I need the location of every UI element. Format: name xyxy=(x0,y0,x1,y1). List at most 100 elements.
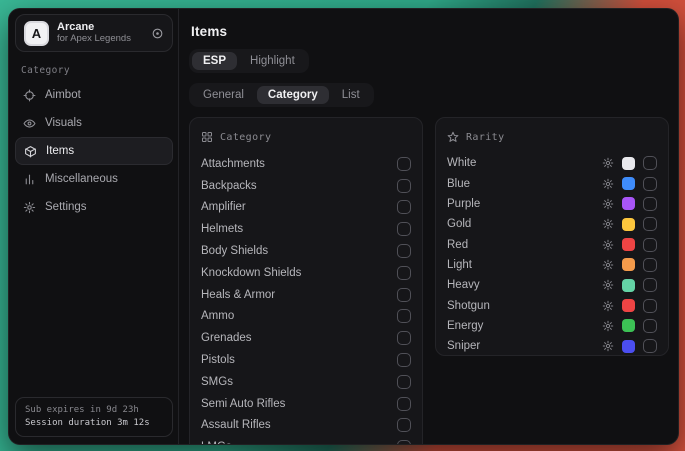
category-checkbox[interactable] xyxy=(397,440,411,445)
rarity-row: Blue xyxy=(447,173,657,193)
category-checkbox[interactable] xyxy=(397,222,411,236)
category-checkbox[interactable] xyxy=(397,266,411,280)
rarity-row-label: Gold xyxy=(447,218,471,230)
tab-general[interactable]: General xyxy=(192,86,255,104)
category-checkbox[interactable] xyxy=(397,397,411,411)
rarity-checkbox[interactable] xyxy=(643,238,657,252)
category-checkbox[interactable] xyxy=(397,375,411,389)
category-row-label: Heals & Armor xyxy=(201,289,275,301)
category-checkbox[interactable] xyxy=(397,309,411,323)
sidebar-item-visuals[interactable]: Visuals xyxy=(15,109,173,137)
category-checkbox[interactable] xyxy=(397,157,411,171)
category-row-label: Grenades xyxy=(201,332,252,344)
rarity-row-label: White xyxy=(447,157,476,169)
rarity-settings-icon[interactable] xyxy=(602,300,614,312)
rarity-checkbox[interactable] xyxy=(643,278,657,292)
rarity-checkbox[interactable] xyxy=(643,258,657,272)
category-row-label: Pistols xyxy=(201,354,235,366)
category-row: Assault Rifles xyxy=(201,415,411,437)
tab-esp[interactable]: ESP xyxy=(192,52,237,70)
rarity-row-label: Sniper xyxy=(447,340,480,352)
rarity-row: White xyxy=(447,153,657,173)
tab-highlight[interactable]: Highlight xyxy=(239,52,306,70)
brand-subtitle: for Apex Legends xyxy=(57,34,143,45)
rarity-row: Shotgun xyxy=(447,295,657,315)
category-row-label: SMGs xyxy=(201,376,233,388)
rarity-settings-icon[interactable] xyxy=(602,198,614,210)
rarity-settings-icon[interactable] xyxy=(602,340,614,352)
rarity-row: Energy xyxy=(447,316,657,336)
rarity-row-label: Purple xyxy=(447,198,480,210)
category-checkbox[interactable] xyxy=(397,179,411,193)
rarity-settings-icon[interactable] xyxy=(602,218,614,230)
brand-settings-icon[interactable] xyxy=(151,27,164,40)
rarity-row: Purple xyxy=(447,194,657,214)
rarity-checkbox[interactable] xyxy=(643,299,657,313)
category-checkbox[interactable] xyxy=(397,331,411,345)
rarity-color-swatch[interactable] xyxy=(622,238,635,251)
category-row-label: Knockdown Shields xyxy=(201,267,301,279)
rarity-list: White xyxy=(447,153,657,356)
rarity-color-swatch[interactable] xyxy=(622,279,635,292)
rarity-panel: Rarity White xyxy=(435,117,669,356)
category-row-label: Amplifier xyxy=(201,201,246,213)
category-row: Semi Auto Rifles xyxy=(201,393,411,415)
sidebar-item-items[interactable]: Items xyxy=(15,137,173,165)
rarity-panel-title: Rarity xyxy=(466,132,505,143)
tab-category[interactable]: Category xyxy=(257,86,329,104)
category-checkbox[interactable] xyxy=(397,288,411,302)
gear-icon xyxy=(23,201,36,214)
tab-list[interactable]: List xyxy=(331,86,371,104)
rarity-checkbox[interactable] xyxy=(643,339,657,353)
category-panel-title: Category xyxy=(220,132,271,143)
rarity-color-swatch[interactable] xyxy=(622,319,635,332)
rarity-color-swatch[interactable] xyxy=(622,258,635,271)
rarity-settings-icon[interactable] xyxy=(602,320,614,332)
rarity-color-swatch[interactable] xyxy=(622,340,635,353)
sidebar-item-label: Items xyxy=(46,145,74,157)
category-row: LMGs xyxy=(201,436,411,445)
rarity-checkbox[interactable] xyxy=(643,319,657,333)
category-row-label: Ammo xyxy=(201,310,234,322)
rarity-settings-icon[interactable] xyxy=(602,157,614,169)
category-checkbox[interactable] xyxy=(397,244,411,258)
rarity-checkbox[interactable] xyxy=(643,217,657,231)
subscription-info: Sub expires in 9d 23h Session duration 3… xyxy=(15,397,173,437)
rarity-settings-icon[interactable] xyxy=(602,178,614,190)
rarity-row-label: Heavy xyxy=(447,279,480,291)
category-checkbox[interactable] xyxy=(397,200,411,214)
mode-tabbar: ESP Highlight xyxy=(189,49,309,73)
rarity-checkbox[interactable] xyxy=(643,156,657,170)
rarity-row: Red xyxy=(447,234,657,254)
rarity-settings-icon[interactable] xyxy=(602,239,614,251)
rarity-color-swatch[interactable] xyxy=(622,157,635,170)
category-row: SMGs xyxy=(201,371,411,393)
sidebar-item-aimbot[interactable]: Aimbot xyxy=(15,81,173,109)
category-row: Ammo xyxy=(201,306,411,328)
sub-expires-text: Sub expires in 9d 23h xyxy=(25,404,163,417)
category-row: Helmets xyxy=(201,218,411,240)
category-row: Knockdown Shields xyxy=(201,262,411,284)
category-row-label: LMGs xyxy=(201,441,232,445)
category-checkbox[interactable] xyxy=(397,353,411,367)
rarity-settings-icon[interactable] xyxy=(602,279,614,291)
rarity-checkbox[interactable] xyxy=(643,197,657,211)
rarity-row: Heavy xyxy=(447,275,657,295)
category-checkbox[interactable] xyxy=(397,418,411,432)
category-row: Grenades xyxy=(201,327,411,349)
brand-card: A Arcane for Apex Legends xyxy=(15,14,173,52)
rarity-row-label: Energy xyxy=(447,320,483,332)
category-row: Backpacks xyxy=(201,175,411,197)
main-content: Items ESP Highlight General Category Lis… xyxy=(179,9,678,444)
sidebar-item-miscellaneous[interactable]: Miscellaneous xyxy=(15,165,173,193)
category-row: Heals & Armor xyxy=(201,284,411,306)
rarity-checkbox[interactable] xyxy=(643,177,657,191)
rarity-row-label: Red xyxy=(447,239,468,251)
rarity-color-swatch[interactable] xyxy=(622,177,635,190)
rarity-settings-icon[interactable] xyxy=(602,259,614,271)
sidebar-item-label: Settings xyxy=(45,201,87,213)
rarity-color-swatch[interactable] xyxy=(622,197,635,210)
sidebar-item-settings[interactable]: Settings xyxy=(15,193,173,221)
rarity-color-swatch[interactable] xyxy=(622,299,635,312)
rarity-color-swatch[interactable] xyxy=(622,218,635,231)
